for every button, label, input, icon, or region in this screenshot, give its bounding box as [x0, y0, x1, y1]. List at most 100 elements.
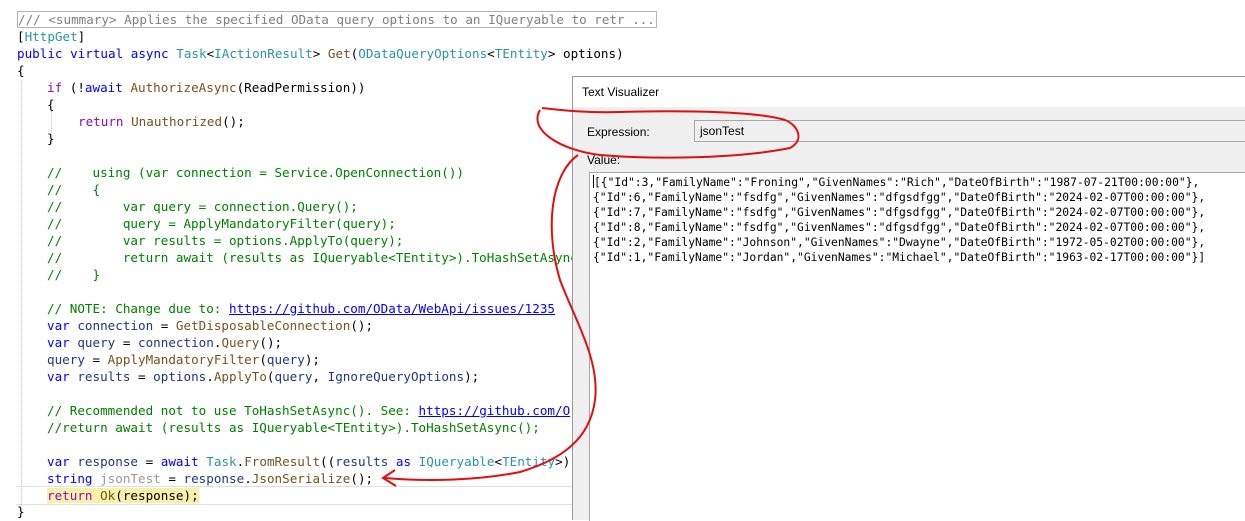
github-link[interactable]: https://github.com/O: [419, 403, 571, 418]
variable: jsonTest: [100, 471, 161, 486]
punct: (: [259, 352, 267, 367]
value-line: [{"Id":3,"FamilyName":"Froning","GivenNa…: [594, 176, 1200, 189]
punct: =: [115, 335, 139, 350]
code-line-results[interactable]: var results = options.ApplyTo(query, Ign…: [47, 368, 479, 385]
code-recommend-comment[interactable]: // Recommended not to use ToHashSetAsync…: [47, 402, 570, 419]
punct: =: [153, 318, 176, 333]
punct: =: [130, 369, 154, 384]
code-line-attribute[interactable]: [HttpGet]: [17, 28, 85, 45]
value-line: {"Id":2,"FamilyName":"Johnson","GivenNam…: [593, 236, 1206, 249]
type-name: Task: [176, 46, 207, 61]
punct: ();: [350, 471, 374, 486]
value-line: {"Id":6,"FamilyName":"fsdfg","GivenNames…: [593, 191, 1206, 204]
code-line-filter[interactable]: query = ApplyMandatoryFilter(query);: [47, 351, 320, 368]
value-line: {"Id":1,"FamilyName":"Jordan","GivenName…: [593, 251, 1206, 264]
code-comment-line[interactable]: // var results = options.ApplyTo(query);: [47, 232, 403, 249]
code-line-brace[interactable]: {: [17, 62, 25, 79]
code-comment-line[interactable]: // var query = connection.Query();: [47, 198, 358, 215]
punct: =: [84, 352, 108, 367]
punct: (response);: [115, 488, 199, 503]
code-line-if[interactable]: if (!await AuthorizeAsync(ReadPermission…: [47, 79, 366, 96]
code-comment-line[interactable]: // {: [47, 181, 100, 198]
window-title[interactable]: Text Visualizer: [573, 77, 1245, 107]
method-name: Get: [327, 46, 351, 61]
punct: .: [206, 369, 214, 384]
punct: );: [304, 352, 321, 367]
github-issue-link[interactable]: https://github.com/OData/WebApi/issues/1…: [229, 301, 555, 316]
variable: query: [274, 369, 313, 384]
keyword: return: [78, 114, 124, 129]
code-line-return-ok[interactable]: return Ok(response);: [47, 487, 199, 504]
keyword: var: [47, 335, 70, 350]
code-note-comment[interactable]: // NOTE: Change due to: https://github.c…: [47, 300, 555, 317]
bracket: [: [17, 29, 25, 44]
bracket: ]: [77, 29, 86, 44]
punct: =: [160, 471, 184, 486]
code-line-connection[interactable]: var connection = GetDisposableConnection…: [47, 317, 373, 334]
code-line-return-unauthorized[interactable]: return Unauthorized();: [78, 113, 245, 130]
code-comment-line[interactable]: //return await (results as IQueryable<TE…: [47, 419, 540, 436]
code-comment-line[interactable]: // return await (results as IQueryable<T…: [47, 249, 601, 266]
keyword: var: [47, 369, 70, 384]
code-line-json-serialize[interactable]: string jsonTest = response.JsonSerialize…: [47, 470, 373, 487]
punct: >: [312, 46, 328, 61]
variable: IgnoreQueryOptions: [327, 369, 465, 384]
punct: ();: [259, 335, 283, 350]
method-name: AuthorizeAsync: [130, 80, 237, 95]
punct: (!: [62, 80, 85, 95]
variable: connection: [138, 335, 214, 350]
punct: ();: [350, 318, 374, 333]
modifiers: public virtual async: [17, 46, 177, 61]
code-comment-line[interactable]: // }: [47, 266, 100, 283]
code-line-query[interactable]: var query = connection.Query();: [47, 334, 282, 351]
code-line-signature[interactable]: public virtual async Task<IActionResult>…: [17, 45, 624, 62]
text-visualizer-window[interactable]: Text Visualizer Expression: jsonTest Val…: [572, 76, 1245, 521]
code-line-brace[interactable]: }: [17, 503, 25, 520]
method-name: Unauthorized: [131, 114, 223, 129]
value-textbox[interactable]: [{"Id":3,"FamilyName":"Froning","GivenNa…: [589, 172, 1245, 521]
indent-guide: [21, 80, 22, 505]
type-name: TEntity: [494, 46, 548, 61]
punct: ,: [312, 369, 328, 384]
keyword: await: [160, 454, 199, 469]
method-name: Query: [221, 335, 260, 350]
code-comment-line[interactable]: // query = ApplyMandatoryFilter(query);: [47, 215, 396, 232]
method-name: ApplyTo: [213, 369, 267, 384]
method-name: Ok: [100, 488, 116, 503]
keyword: as: [388, 454, 419, 469]
punct: > options): [547, 46, 624, 61]
keyword: var: [47, 454, 70, 469]
punct: >): [555, 454, 571, 469]
punct: (: [266, 369, 275, 384]
value-label: Value:: [587, 153, 621, 167]
code-line-brace[interactable]: {: [47, 96, 55, 113]
type-name: ODataQueryOptions: [358, 46, 488, 61]
collapsed-summary-comment[interactable]: /// <summary> Applies the specified ODat…: [17, 11, 657, 28]
keyword: await: [84, 80, 123, 95]
type-name: IActionResult: [214, 46, 313, 61]
expression-field[interactable]: jsonTest: [694, 120, 1245, 142]
punct: =: [138, 454, 161, 469]
method-name: JsonSerialize: [251, 471, 351, 486]
punct: <: [494, 454, 503, 469]
code-comment-line[interactable]: // using (var connection = Service.OpenC…: [47, 164, 464, 181]
variable: query: [266, 352, 305, 367]
keyword: return: [47, 488, 93, 503]
variable: response: [77, 454, 139, 469]
expression-label: Expression:: [587, 125, 650, 139]
method-name: ApplyMandatoryFilter: [107, 352, 260, 367]
punct: .: [244, 471, 252, 486]
code-line-response[interactable]: var response = await Task.FromResult((re…: [47, 453, 570, 470]
type-name: TEntity: [502, 454, 556, 469]
method-name: FromResult: [244, 454, 321, 469]
keyword: var: [47, 318, 70, 333]
type-name: Task: [206, 454, 237, 469]
keyword: string: [47, 471, 93, 486]
code-line-brace[interactable]: }: [47, 130, 55, 147]
type-name: IQueryable: [418, 454, 495, 469]
comment-text: // Recommended not to use ToHashSetAsync…: [47, 403, 419, 418]
variable: connection: [77, 318, 154, 333]
method-name: GetDisposableConnection: [175, 318, 351, 333]
comment-text: // NOTE: Change due to:: [47, 301, 229, 316]
